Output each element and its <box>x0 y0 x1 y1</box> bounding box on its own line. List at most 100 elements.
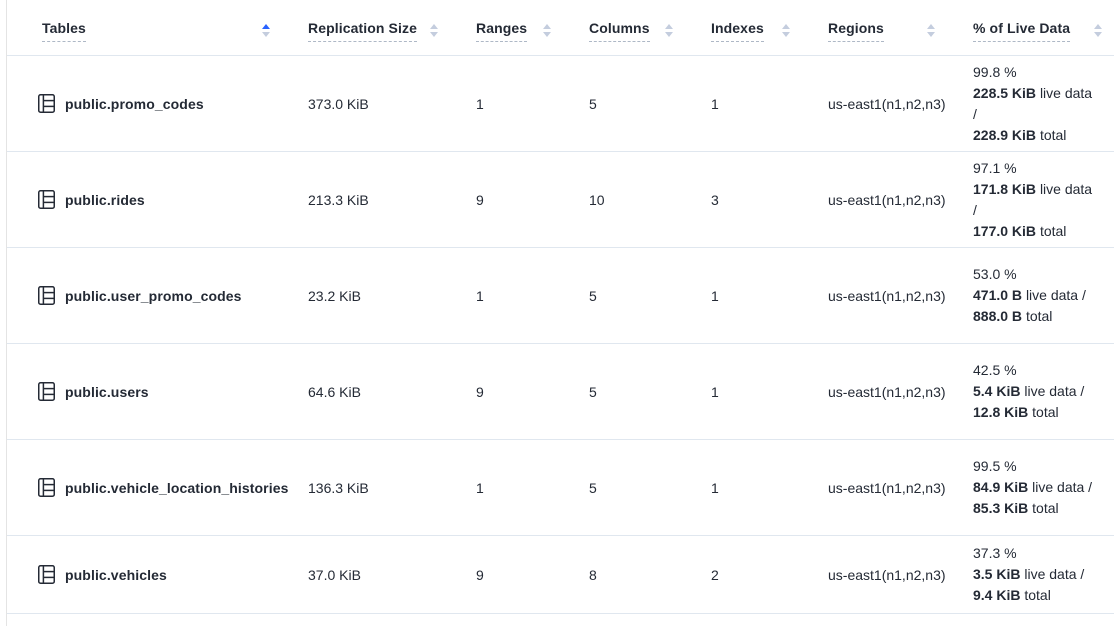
tables-page: Tables Replication Size Ranges Columns I… <box>6 0 1114 626</box>
column-header-label[interactable]: % of Live Data <box>973 20 1070 42</box>
indexes-cell: 1 <box>711 480 828 496</box>
table-row[interactable]: public.promo_codes 373.0 KiB 1 5 1 us-ea… <box>7 56 1114 152</box>
column-header-label[interactable]: Tables <box>42 20 86 42</box>
column-header-label[interactable]: Regions <box>828 20 884 42</box>
table-icon <box>38 190 55 209</box>
table-row[interactable]: public.users 64.6 KiB 9 5 1 us-east1(n1,… <box>7 344 1114 440</box>
column-header-label[interactable]: Replication Size <box>308 20 417 42</box>
live-data-cell: 99.5 % 84.9 KiB live data / 85.3 KiB tot… <box>973 456 1114 519</box>
indexes-cell: 3 <box>711 192 828 208</box>
table-name-link[interactable]: public.vehicles <box>65 567 167 583</box>
regions-cell: us-east1(n1,n2,n3) <box>828 192 973 208</box>
sort-desc-caret-icon <box>782 32 790 37</box>
ranges-cell: 9 <box>476 384 589 400</box>
indexes-cell: 1 <box>711 384 828 400</box>
column-header[interactable]: Tables <box>42 20 308 42</box>
live-data-percent: 97.1 % <box>973 158 1094 179</box>
sort-control[interactable] <box>1094 24 1102 37</box>
regions-cell: us-east1(n1,n2,n3) <box>828 384 973 400</box>
table-name-cell[interactable]: public.vehicle_location_histories <box>38 478 308 497</box>
replication-size-cell: 37.0 KiB <box>308 567 476 583</box>
sort-asc-caret-icon <box>430 24 438 29</box>
sort-desc-caret-icon <box>1094 32 1102 37</box>
table-icon <box>38 94 55 113</box>
live-data-cell: 99.8 % 228.5 KiB live data / 228.9 KiB t… <box>973 62 1114 146</box>
sort-desc-caret-icon <box>543 32 551 37</box>
sort-control[interactable] <box>543 24 551 37</box>
sort-asc-caret-icon <box>782 24 790 29</box>
table-icon <box>38 286 55 305</box>
regions-cell: us-east1(n1,n2,n3) <box>828 480 973 496</box>
table-name-cell[interactable]: public.user_promo_codes <box>38 286 308 305</box>
column-header[interactable]: Replication Size <box>308 20 476 42</box>
indexes-cell: 2 <box>711 567 828 583</box>
sort-control[interactable] <box>665 24 673 37</box>
sort-control[interactable] <box>927 24 935 37</box>
regions-cell: us-east1(n1,n2,n3) <box>828 567 973 583</box>
columns-cell: 5 <box>589 384 711 400</box>
live-data-percent: 37.3 % <box>973 543 1094 564</box>
ranges-cell: 1 <box>476 480 589 496</box>
column-header[interactable]: Columns <box>589 20 711 42</box>
replication-size-cell: 213.3 KiB <box>308 192 476 208</box>
ranges-cell: 9 <box>476 567 589 583</box>
sort-desc-caret-icon <box>262 32 270 37</box>
columns-cell: 5 <box>589 480 711 496</box>
table-body: public.promo_codes 373.0 KiB 1 5 1 us-ea… <box>7 56 1114 614</box>
table-row[interactable]: public.vehicles 37.0 KiB 9 8 2 us-east1(… <box>7 536 1114 614</box>
column-header-label[interactable]: Indexes <box>711 20 764 42</box>
table-name-link[interactable]: public.rides <box>65 192 145 208</box>
table-name-cell[interactable]: public.vehicles <box>38 565 308 584</box>
table-name-link[interactable]: public.user_promo_codes <box>65 288 242 304</box>
column-header[interactable]: Regions <box>828 20 973 42</box>
columns-cell: 10 <box>589 192 711 208</box>
sort-control[interactable] <box>262 24 270 37</box>
table-row[interactable]: public.rides 213.3 KiB 9 10 3 us-east1(n… <box>7 152 1114 248</box>
total-data-size: 888.0 B total <box>973 306 1094 327</box>
table-name-cell[interactable]: public.rides <box>38 190 308 209</box>
total-data-size: 85.3 KiB total <box>973 498 1094 519</box>
sort-control[interactable] <box>782 24 790 37</box>
table-name-link[interactable]: public.promo_codes <box>65 96 204 112</box>
ranges-cell: 9 <box>476 192 589 208</box>
table-name-cell[interactable]: public.promo_codes <box>38 94 308 113</box>
replication-size-cell: 23.2 KiB <box>308 288 476 304</box>
table-row[interactable]: public.user_promo_codes 23.2 KiB 1 5 1 u… <box>7 248 1114 344</box>
sort-asc-caret-icon <box>665 24 673 29</box>
live-data-size: 228.5 KiB live data / <box>973 83 1094 125</box>
indexes-cell: 1 <box>711 288 828 304</box>
live-data-cell: 42.5 % 5.4 KiB live data / 12.8 KiB tota… <box>973 360 1114 423</box>
table-row[interactable]: public.vehicle_location_histories 136.3 … <box>7 440 1114 536</box>
live-data-cell: 97.1 % 171.8 KiB live data / 177.0 KiB t… <box>973 158 1114 242</box>
replication-size-cell: 373.0 KiB <box>308 96 476 112</box>
table-name-link[interactable]: public.users <box>65 384 149 400</box>
sort-control[interactable] <box>430 24 438 37</box>
sort-desc-caret-icon <box>665 32 673 37</box>
total-data-size: 177.0 KiB total <box>973 221 1094 242</box>
live-data-cell: 53.0 % 471.0 B live data / 888.0 B total <box>973 264 1114 327</box>
columns-cell: 5 <box>589 96 711 112</box>
live-data-cell: 37.3 % 3.5 KiB live data / 9.4 KiB total <box>973 543 1114 606</box>
table-name-link[interactable]: public.vehicle_location_histories <box>65 480 288 496</box>
table-name-cell[interactable]: public.users <box>38 382 308 401</box>
column-header[interactable]: Indexes <box>711 20 828 42</box>
column-header-label[interactable]: Ranges <box>476 20 527 42</box>
total-data-size: 228.9 KiB total <box>973 125 1094 146</box>
sort-asc-caret-icon <box>927 24 935 29</box>
sort-asc-caret-icon <box>543 24 551 29</box>
column-header[interactable]: % of Live Data <box>973 20 1114 42</box>
live-data-percent: 42.5 % <box>973 360 1094 381</box>
ranges-cell: 1 <box>476 96 589 112</box>
table-icon <box>38 478 55 497</box>
sort-asc-caret-icon <box>1094 24 1102 29</box>
total-data-size: 9.4 KiB total <box>973 585 1094 606</box>
table-header: Tables Replication Size Ranges Columns I… <box>7 0 1114 56</box>
table-icon <box>38 565 55 584</box>
column-header-label[interactable]: Columns <box>589 20 650 42</box>
live-data-size: 3.5 KiB live data / <box>973 564 1094 585</box>
regions-cell: us-east1(n1,n2,n3) <box>828 288 973 304</box>
live-data-size: 84.9 KiB live data / <box>973 477 1094 498</box>
columns-cell: 8 <box>589 567 711 583</box>
live-data-size: 5.4 KiB live data / <box>973 381 1094 402</box>
column-header[interactable]: Ranges <box>476 20 589 42</box>
